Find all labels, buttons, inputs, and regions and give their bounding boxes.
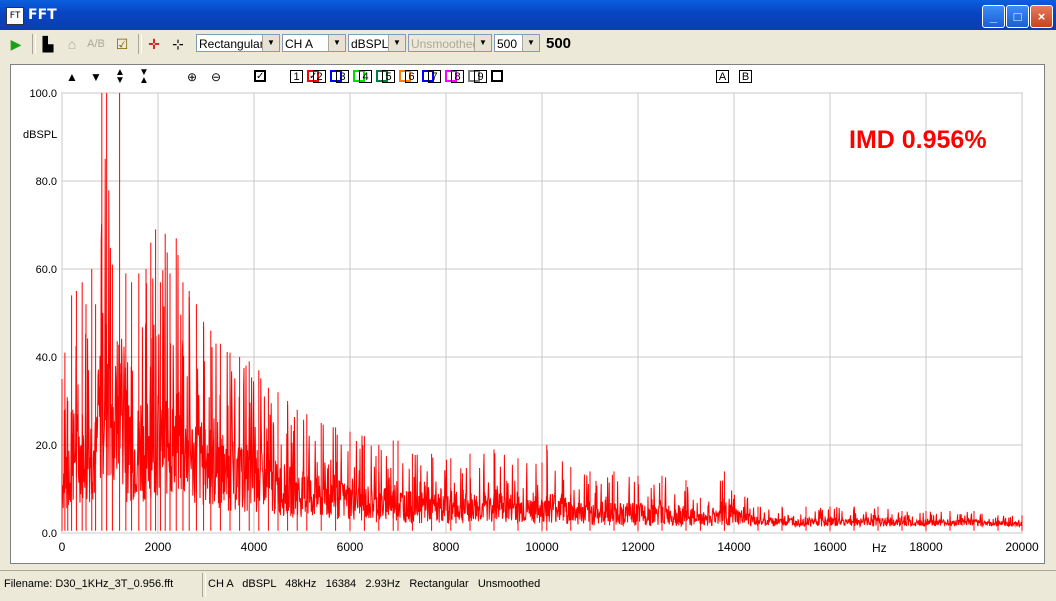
close-button[interactable]: × (1030, 5, 1053, 28)
y-tick-label: 80.0 (36, 176, 57, 188)
window-type-select[interactable]: Rectangular ▼ (196, 34, 280, 52)
x-tick-label: 20000 (1005, 540, 1039, 554)
maximize-button[interactable]: □ (1006, 5, 1029, 28)
x-tick-label: 0 (59, 540, 66, 554)
checklist-icon[interactable]: ☑ (112, 34, 132, 54)
y-axis-ticks: 0.0 20.0 40.0 60.0 80.0 100.0 (29, 88, 57, 540)
minimize-button[interactable]: _ (982, 5, 1005, 28)
main-toolbar: ▶ ▙ ⌂ A/B ☑ ✛ ⊹ Rectangular ▼ CH A ▼ dBS… (0, 30, 1056, 58)
x-tick-label: 12000 (621, 540, 655, 554)
x-axis-ticks: 0 2000 4000 6000 8000 10000 12000 14000 16000 180… (59, 540, 1039, 554)
chevron-down-icon[interactable]: ▼ (328, 35, 345, 51)
toolbar-separator (32, 34, 36, 54)
a-b-compare-icon[interactable]: A/B (86, 34, 106, 54)
smoothing-select[interactable]: Unsmoothed ▼ (408, 34, 492, 52)
units-value: dBSPL (351, 37, 389, 51)
channel-value: CH A (285, 37, 314, 51)
play-icon[interactable]: ▶ (6, 34, 26, 54)
imd-annotation: IMD 0.956% (849, 126, 987, 154)
status-filename: Filename: D30_1KHz_3T_0.956.fft (4, 578, 174, 590)
channel-select[interactable]: CH A ▼ (282, 34, 346, 52)
fft-chart[interactable]: 0.0 20.0 40.0 60.0 80.0 100.0 0 2000 4000 6000 80… (11, 65, 1044, 563)
x-tick-label: 2000 (145, 540, 172, 554)
status-divider (202, 573, 206, 597)
window-type-value: Rectangular (199, 37, 264, 51)
crosshair-cursor-icon[interactable]: ✛ (144, 34, 164, 54)
y-tick-label: 20.0 (36, 440, 57, 452)
window-title: FFT (28, 7, 57, 23)
y-tick-label: 40.0 (36, 352, 57, 364)
x-tick-label: 18000 (909, 540, 943, 554)
status-bar: Filename: D30_1KHz_3T_0.956.fft CH A dBS… (0, 570, 1056, 601)
chevron-down-icon[interactable]: ▼ (522, 35, 539, 51)
x-tick-label: 8000 (433, 540, 460, 554)
averages-value: 500 (497, 37, 518, 51)
x-tick-label: 10000 (525, 540, 559, 554)
fft-plot-panel: ▲ ▼ ▲ ▼ ▼ ▲ ⊕ ⊖ ✓ 1 ✓ 2 3 4 5 6 7 8 9 A B 0.0 20.0 40… (10, 64, 1045, 564)
peak-hold-icon[interactable]: ⌂ (62, 34, 82, 54)
y-tick-label: 60.0 (36, 264, 57, 276)
averages-select[interactable]: 500 ▼ (494, 34, 540, 52)
fft-app-icon[interactable]: FT (6, 7, 24, 25)
y-axis-label: dBSPL (23, 129, 57, 141)
spectrum-bars-icon[interactable]: ▙ (38, 34, 58, 54)
units-select[interactable]: dBSPL ▼ (348, 34, 406, 52)
x-tick-label: 14000 (717, 540, 751, 554)
y-tick-label: 0.0 (42, 528, 57, 540)
averages-count-display: 500 (546, 35, 572, 52)
x-tick-label: 6000 (337, 540, 364, 554)
x-axis-label: Hz (872, 541, 887, 555)
y-tick-label: 100.0 (29, 88, 57, 100)
x-tick-label: 16000 (813, 540, 847, 554)
chevron-down-icon[interactable]: ▼ (388, 35, 405, 51)
chevron-down-icon[interactable]: ▼ (474, 35, 491, 51)
title-bar: FT FFT _ □ × (0, 0, 1056, 30)
x-tick-label: 4000 (241, 540, 268, 554)
smoothing-value: Unsmoothed (411, 37, 480, 51)
status-info: CH A dBSPL 48kHz 16384 2.93Hz Rectangula… (208, 578, 541, 590)
toolbar-separator (138, 34, 142, 54)
chevron-down-icon[interactable]: ▼ (262, 35, 279, 51)
center-marker-icon[interactable]: ⊹ (168, 34, 188, 54)
